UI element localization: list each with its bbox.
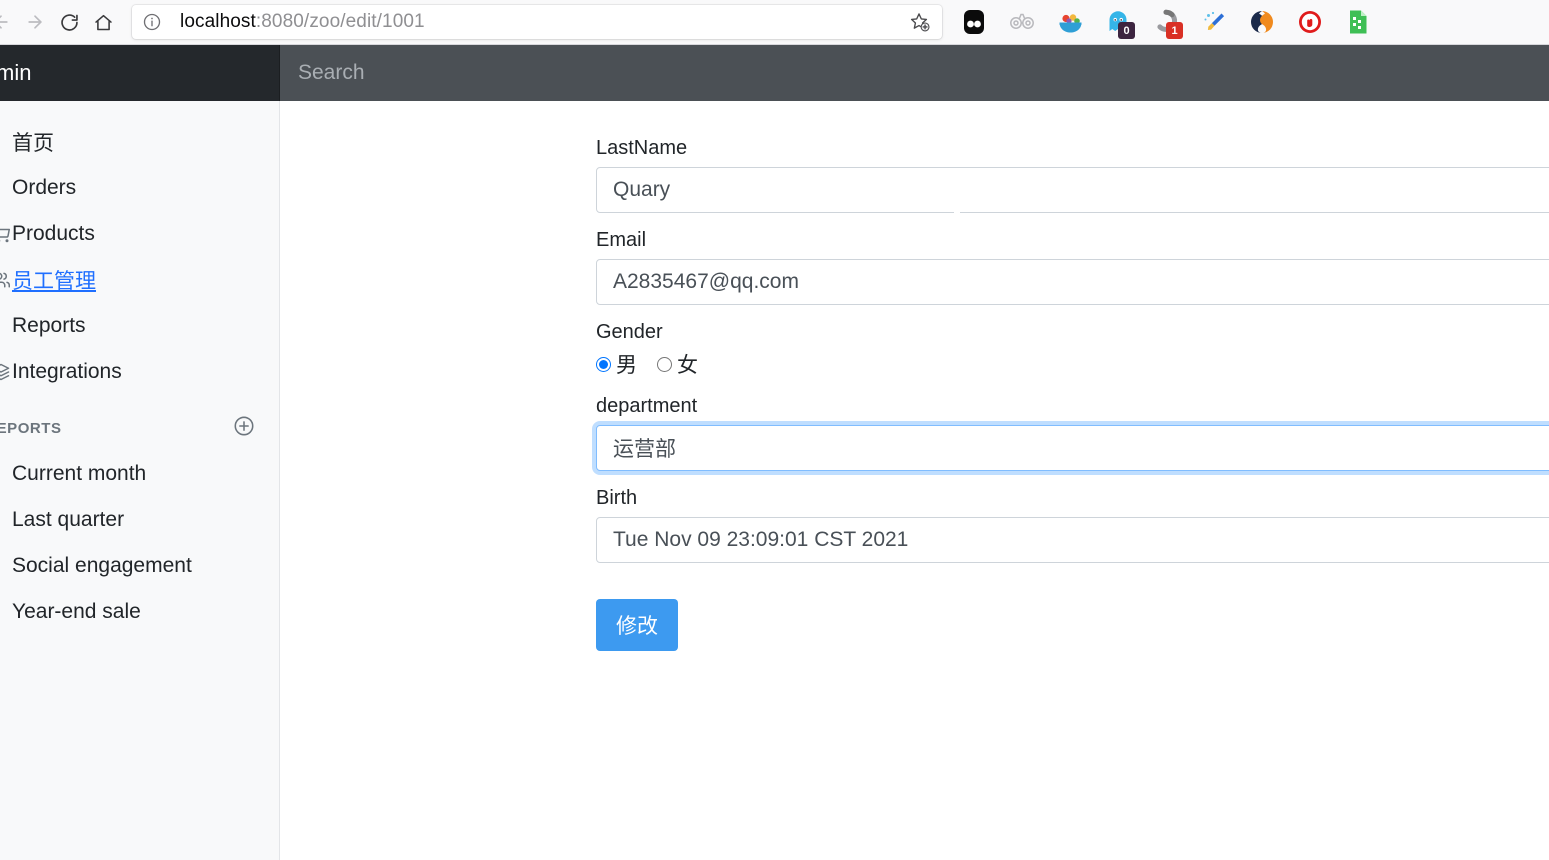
sidebar-item-label: 首页 xyxy=(12,127,54,157)
sidebar-item-employee-management[interactable]: 员工管理 xyxy=(0,257,279,303)
gender-radio-group: 男 女 xyxy=(596,349,1549,379)
users-icon xyxy=(0,271,10,289)
form-group-department: department xyxy=(596,396,1549,471)
forward-button[interactable] xyxy=(18,5,52,39)
sidebar-item-label: Reports xyxy=(12,314,86,338)
sidebar-report-social-engagement[interactable]: Social engagement xyxy=(0,543,279,589)
extension-icon-yinyang[interactable] xyxy=(1244,5,1280,39)
sidebar-item-orders[interactable]: Orders xyxy=(0,165,279,211)
page-viewport: min Search 首页 Orders Products 员工管理 Repor… xyxy=(0,45,1549,860)
lastname-label: LastName xyxy=(596,138,1549,158)
navbar-search-placeholder: Search xyxy=(298,61,365,85)
gender-label: Gender xyxy=(596,322,1549,342)
home-button[interactable] xyxy=(86,5,120,39)
birth-label: Birth xyxy=(596,488,1549,508)
gender-option-male[interactable]: 男 xyxy=(596,349,637,379)
app-brand-label: min xyxy=(0,60,31,86)
sidebar-item-integrations[interactable]: Integrations xyxy=(0,349,279,395)
url-text[interactable]: localhost:8080/zoo/edit/1001 xyxy=(180,11,425,33)
form-group-gender: Gender 男 女 xyxy=(596,322,1549,379)
sidebar-report-label: Current month xyxy=(12,462,146,486)
sidebar: 首页 Orders Products 员工管理 Reports Integrat… xyxy=(0,101,280,860)
sidebar-report-label: Social engagement xyxy=(12,554,192,578)
sidebar-report-last-quarter[interactable]: Last quarter xyxy=(0,497,279,543)
layers-icon xyxy=(0,363,10,381)
gender-option-label: 男 xyxy=(616,349,637,379)
shopping-cart-icon xyxy=(0,225,10,243)
address-bar[interactable]: localhost:8080/zoo/edit/1001 xyxy=(132,5,942,39)
gender-option-female[interactable]: 女 xyxy=(657,349,698,379)
sidebar-item-products[interactable]: Products xyxy=(0,211,279,257)
extension-icon-fruit-bowl[interactable] xyxy=(1052,5,1088,39)
app-brand[interactable]: min xyxy=(0,45,280,101)
extension-icon-ghost[interactable]: 0 xyxy=(1100,5,1136,39)
sidebar-item-label: Products xyxy=(12,222,95,246)
form-group-email: Email xyxy=(596,230,1549,305)
email-label: Email xyxy=(596,230,1549,250)
department-input[interactable] xyxy=(596,425,1549,471)
extension-badge-count: 1 xyxy=(1166,22,1183,39)
reload-button[interactable] xyxy=(52,5,86,39)
birth-input[interactable] xyxy=(596,517,1549,563)
saved-reports-header: VED REPORTS xyxy=(0,395,279,451)
sidebar-item-label: Orders xyxy=(12,176,76,200)
employee-edit-form: LastName Email Gender 男 xyxy=(596,138,1549,651)
submit-button[interactable]: 修改 xyxy=(596,599,678,651)
field-border-artifact xyxy=(954,212,960,214)
sidebar-item-label: 员工管理 xyxy=(12,265,96,295)
extension-icon-binoculars[interactable] xyxy=(1004,5,1040,39)
app-navbar: min Search xyxy=(0,45,1549,101)
url-path: :8080/zoo/edit/1001 xyxy=(256,11,425,32)
sidebar-report-year-end-sale[interactable]: Year-end sale xyxy=(0,589,279,635)
browser-toolbar: localhost:8080/zoo/edit/1001 0 1 xyxy=(0,0,1549,45)
saved-reports-title: VED REPORTS xyxy=(0,420,62,437)
gender-radio-female[interactable] xyxy=(657,357,672,372)
sidebar-report-label: Year-end sale xyxy=(12,600,141,624)
form-group-lastname: LastName xyxy=(596,138,1549,213)
navbar-search-input[interactable]: Search xyxy=(280,45,1549,101)
sidebar-item-reports[interactable]: Reports xyxy=(0,303,279,349)
extensions-toolbar: 0 1 xyxy=(956,5,1376,39)
sidebar-item-home[interactable]: 首页 xyxy=(0,119,279,165)
extension-icon-magnet[interactable]: 1 xyxy=(1148,5,1184,39)
email-input[interactable] xyxy=(596,259,1549,305)
extension-icon-adblock-stop[interactable] xyxy=(1292,5,1328,39)
extension-badge-count: 0 xyxy=(1118,22,1135,39)
lastname-input[interactable] xyxy=(596,167,1549,213)
extension-icon-dark-reader[interactable] xyxy=(956,5,992,39)
bookmark-star-icon[interactable] xyxy=(902,5,936,39)
url-host: localhost xyxy=(180,11,256,32)
sidebar-report-label: Last quarter xyxy=(12,508,124,532)
sidebar-item-label: Integrations xyxy=(12,360,122,384)
form-group-birth: Birth xyxy=(596,488,1549,563)
gender-radio-male[interactable] xyxy=(596,357,611,372)
site-info-icon[interactable] xyxy=(142,12,162,32)
gender-option-label: 女 xyxy=(677,349,698,379)
add-report-icon[interactable] xyxy=(233,415,255,441)
extension-icon-paint-brush[interactable] xyxy=(1196,5,1232,39)
main-content: LastName Email Gender 男 xyxy=(281,101,1549,860)
extension-icon-green-document[interactable] xyxy=(1340,5,1376,39)
department-label: department xyxy=(596,396,1549,416)
sidebar-report-current-month[interactable]: Current month xyxy=(0,451,279,497)
back-button[interactable] xyxy=(0,5,18,39)
